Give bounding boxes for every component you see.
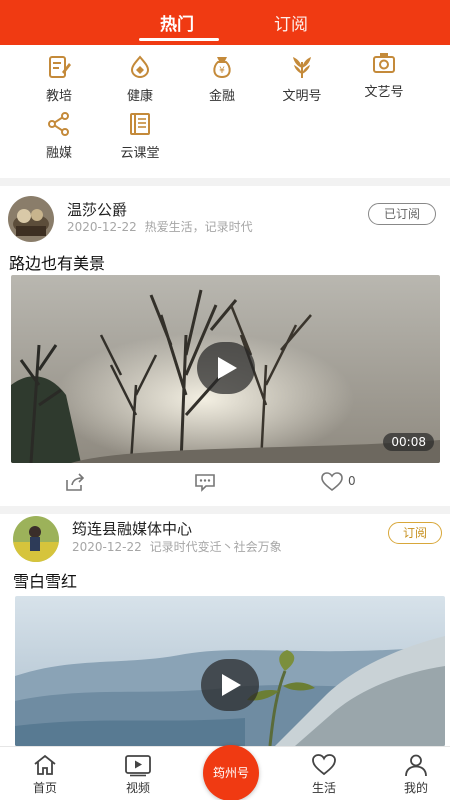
subscribe-button[interactable]: 订阅 [388, 522, 442, 544]
category-label: 文明号 [282, 89, 322, 104]
edit-doc-icon [49, 56, 71, 78]
category-item-finance[interactable]: ¥ 金融 [187, 54, 257, 104]
svg-text:¥: ¥ [219, 66, 225, 76]
post-meta: 2020-12-22 记录时代变迁丶社会万象 [72, 538, 282, 555]
post-meta: 2020-12-22 热爱生活，记录时代 [67, 218, 253, 235]
author-name[interactable]: 温莎公爵 [67, 199, 127, 220]
tab-subscribe[interactable]: 订阅 [274, 10, 308, 35]
category-label: 云课堂 [120, 146, 160, 161]
video-thumbnail[interactable]: 00:08 [11, 275, 440, 463]
post-card[interactable]: 筠连县融媒体中心 2020-12-22 记录时代变迁丶社会万象 订阅 雪白雪红 [0, 514, 450, 746]
author-name[interactable]: 筠连县融媒体中心 [72, 518, 192, 539]
wheat-icon [293, 57, 311, 78]
nav-label: 首页 [32, 781, 57, 795]
category-item-civilization[interactable]: 文明号 [267, 54, 337, 104]
active-tab-indicator [139, 38, 219, 41]
category-item-education[interactable]: 教培 [24, 54, 94, 104]
nav-label: 视频 [125, 781, 150, 795]
category-label: 教培 [45, 89, 72, 104]
category-item-health[interactable]: 健康 [105, 54, 175, 104]
nav-video[interactable]: 视频 [108, 753, 168, 796]
post-card[interactable]: 温莎公爵 2020-12-22 热爱生活，记录时代 已订阅 路边也有美景 00:… [0, 186, 450, 506]
post-title[interactable]: 路边也有美景 [9, 250, 105, 274]
heart-icon [312, 754, 336, 776]
video-duration: 00:08 [383, 433, 434, 451]
play-button[interactable] [201, 659, 259, 711]
category-label: 融媒 [45, 146, 72, 161]
money-bag-icon: ¥ [213, 57, 231, 79]
nav-life[interactable]: 生活 [294, 753, 354, 796]
category-item-media[interactable]: 融媒 [24, 111, 94, 161]
category-label: 健康 [126, 89, 153, 104]
video-thumbnail[interactable] [15, 596, 445, 746]
post-date: 2020-12-22 [72, 540, 142, 554]
share-icon[interactable] [64, 472, 86, 492]
health-icon [130, 55, 150, 79]
nav-label: 我的 [403, 781, 428, 795]
category-item-cloud-class[interactable]: 云课堂 [105, 111, 175, 161]
subscribed-button[interactable]: 已订阅 [368, 203, 436, 225]
author-avatar[interactable] [8, 196, 54, 242]
post-date: 2020-12-22 [67, 220, 137, 234]
like-count: 0 [348, 474, 356, 488]
like-icon[interactable] [321, 472, 343, 492]
nav-mine[interactable]: 我的 [386, 753, 446, 796]
comment-icon[interactable] [194, 472, 216, 492]
nav-home[interactable]: 首页 [15, 753, 75, 796]
category-grid: 教培 健康 ¥ 金融 文明号 文艺号 融媒 云课堂 [0, 45, 450, 178]
post-feed[interactable]: 温莎公爵 2020-12-22 热爱生活，记录时代 已订阅 路边也有美景 00:… [0, 186, 450, 746]
bottom-navigation: 首页 视频 筠州号 生活 我的 [0, 745, 450, 800]
play-icon [222, 674, 241, 696]
home-icon [34, 754, 56, 775]
nav-center-button[interactable]: 筠州号 [203, 745, 259, 800]
user-icon [405, 754, 427, 777]
category-label: 文艺号 [364, 85, 404, 100]
category-item-arts[interactable]: 文艺号 [349, 50, 419, 100]
play-icon [218, 357, 237, 379]
video-icon [125, 755, 151, 777]
author-tags: 热爱生活，记录时代 [144, 220, 253, 234]
nav-label: 生活 [311, 781, 336, 795]
share-icon [48, 112, 69, 136]
top-tab-bar: 热门 订阅 [0, 0, 450, 45]
play-button[interactable] [197, 342, 255, 394]
category-label: 金融 [208, 89, 235, 104]
author-avatar[interactable] [13, 516, 59, 562]
camera-icon [373, 53, 395, 73]
author-tags: 记录时代变迁丶社会万象 [149, 540, 282, 554]
book-icon [130, 113, 150, 135]
tab-hot[interactable]: 热门 [160, 10, 194, 35]
post-title[interactable]: 雪白雪红 [13, 568, 77, 592]
post-actions: 0 [0, 468, 450, 498]
